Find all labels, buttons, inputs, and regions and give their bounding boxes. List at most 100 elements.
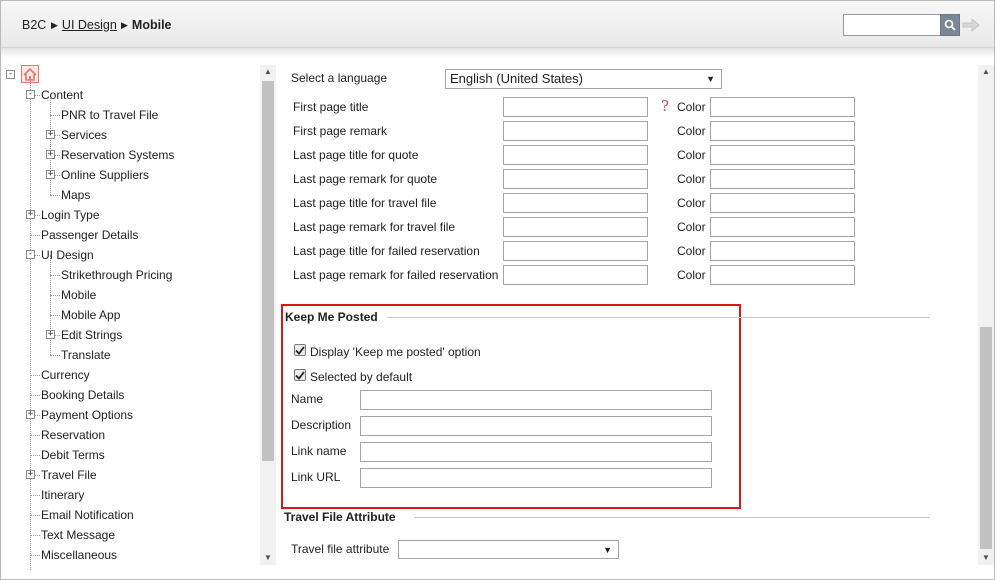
- tree-item-label[interactable]: Maps: [61, 185, 90, 205]
- breadcrumb-parent-label[interactable]: UI Design: [62, 18, 117, 32]
- tree-connector: [30, 455, 40, 456]
- color-input[interactable]: [710, 265, 855, 285]
- tree-item-label[interactable]: Debit Terms: [41, 445, 105, 465]
- breadcrumb-current: ▶ Mobile: [121, 18, 172, 32]
- expand-icon[interactable]: +: [46, 150, 55, 159]
- expand-icon[interactable]: +: [46, 130, 55, 139]
- tree-item[interactable]: + Travel File: [0, 465, 258, 485]
- tree-item-label[interactable]: Miscellaneous: [41, 545, 117, 565]
- tree-item-label[interactable]: Reservation Systems: [61, 145, 174, 165]
- tree-item[interactable]: Debit Terms: [0, 445, 258, 465]
- tree-item-label[interactable]: Currency: [41, 365, 90, 385]
- tree-root-collapse-icon[interactable]: -: [6, 70, 15, 79]
- scroll-down-icon[interactable]: ▼: [978, 551, 994, 565]
- tree-item[interactable]: + Services: [0, 125, 258, 145]
- tree-item[interactable]: + Reservation Systems: [0, 145, 258, 165]
- color-input[interactable]: [710, 145, 855, 165]
- tree-item[interactable]: + Login Type: [0, 205, 258, 225]
- page-field-input[interactable]: [503, 121, 648, 141]
- search-button[interactable]: [940, 14, 960, 36]
- tree-item[interactable]: + Payment Options: [0, 405, 258, 425]
- tree-item[interactable]: + Online Suppliers: [0, 165, 258, 185]
- tree-item-label[interactable]: PNR to Travel File: [61, 105, 158, 125]
- tree-item[interactable]: Strikethrough Pricing: [0, 265, 258, 285]
- tree-item[interactable]: + Edit Strings: [0, 325, 258, 345]
- tree-item[interactable]: Text Message: [0, 525, 258, 545]
- expand-icon[interactable]: +: [46, 170, 55, 179]
- settings-panel: Select a language English (United States…: [277, 60, 977, 570]
- tree-item[interactable]: Translate: [0, 345, 258, 365]
- display-keep-me-posted-checkbox[interactable]: [294, 344, 306, 356]
- keep-me-posted-field-input[interactable]: [360, 442, 712, 462]
- tree-item-label[interactable]: Content: [41, 85, 83, 105]
- tree-item-label[interactable]: Travel File: [41, 465, 97, 485]
- tree-item[interactable]: Email Notification: [0, 505, 258, 525]
- tree-item[interactable]: Currency: [0, 365, 258, 385]
- language-select[interactable]: English (United States) ▼: [445, 69, 722, 89]
- color-input[interactable]: [710, 97, 855, 117]
- color-input[interactable]: [710, 193, 855, 213]
- tree-item-label[interactable]: Reservation: [41, 425, 105, 445]
- collapse-icon[interactable]: -: [26, 90, 35, 99]
- scroll-up-icon[interactable]: ▲: [260, 65, 276, 79]
- tree-item-label[interactable]: Translate: [61, 345, 111, 365]
- color-input[interactable]: [710, 241, 855, 261]
- tree-item[interactable]: Miscellaneous: [0, 545, 258, 565]
- tree-item-label[interactable]: Edit Strings: [61, 325, 122, 345]
- search-input[interactable]: [843, 14, 941, 36]
- color-input[interactable]: [710, 169, 855, 189]
- tree-scrollbar[interactable]: ▲ ▼: [260, 65, 276, 565]
- section-divider: [414, 517, 930, 518]
- tree-item[interactable]: Mobile: [0, 285, 258, 305]
- tree-item-label[interactable]: Passenger Details: [41, 225, 138, 245]
- page-field-input[interactable]: [503, 145, 648, 165]
- tree-item-label[interactable]: Mobile: [61, 285, 96, 305]
- page-field-input[interactable]: [503, 169, 648, 189]
- tree-item[interactable]: Booking Details: [0, 385, 258, 405]
- expand-icon[interactable]: +: [26, 470, 35, 479]
- collapse-icon[interactable]: -: [26, 250, 35, 259]
- tree-item-label[interactable]: Online Suppliers: [61, 165, 149, 185]
- keep-me-posted-field-input[interactable]: [360, 390, 712, 410]
- page-field-input[interactable]: [503, 193, 648, 213]
- keep-me-posted-field-input[interactable]: [360, 416, 712, 436]
- content-scrollbar[interactable]: ▲ ▼: [978, 65, 994, 565]
- page-field-input[interactable]: [503, 217, 648, 237]
- breadcrumb-parent-link[interactable]: ▶ UI Design: [51, 18, 117, 32]
- tree-item-label[interactable]: Strikethrough Pricing: [61, 265, 172, 285]
- color-input[interactable]: [710, 121, 855, 141]
- help-icon[interactable]: ?: [661, 97, 669, 115]
- tree-item-label[interactable]: Login Type: [41, 205, 100, 225]
- tree-scroll-thumb[interactable]: [262, 81, 274, 461]
- tree-item[interactable]: Passenger Details: [0, 225, 258, 245]
- tree-item-label[interactable]: Services: [61, 125, 107, 145]
- expand-icon[interactable]: +: [26, 410, 35, 419]
- tree-item-label[interactable]: Itinerary: [41, 485, 84, 505]
- page-field-input[interactable]: [503, 241, 648, 261]
- go-button[interactable]: [960, 14, 982, 36]
- tree-item-label[interactable]: Payment Options: [41, 405, 133, 425]
- tree-item[interactable]: - Content: [0, 85, 258, 105]
- scroll-down-icon[interactable]: ▼: [260, 551, 276, 565]
- tree-item-label[interactable]: Booking Details: [41, 385, 124, 405]
- tree-item[interactable]: Mobile App: [0, 305, 258, 325]
- expand-icon[interactable]: +: [46, 330, 55, 339]
- tree-item-label[interactable]: Mobile App: [61, 305, 120, 325]
- travel-file-attribute-select[interactable]: ▼: [398, 540, 619, 559]
- tree-item[interactable]: Maps: [0, 185, 258, 205]
- expand-icon[interactable]: +: [26, 210, 35, 219]
- color-input[interactable]: [710, 217, 855, 237]
- tree-item[interactable]: Reservation: [0, 425, 258, 445]
- tree-item[interactable]: PNR to Travel File: [0, 105, 258, 125]
- selected-by-default-checkbox[interactable]: [294, 369, 306, 381]
- content-scroll-thumb[interactable]: [980, 327, 992, 549]
- tree-item-label[interactable]: Email Notification: [41, 505, 134, 525]
- page-field-input[interactable]: [503, 97, 648, 117]
- tree-item[interactable]: - UI Design: [0, 245, 258, 265]
- tree-item-label[interactable]: Text Message: [41, 525, 115, 545]
- page-field-input[interactable]: [503, 265, 648, 285]
- scroll-up-icon[interactable]: ▲: [978, 65, 994, 79]
- tree-item[interactable]: Itinerary: [0, 485, 258, 505]
- tree-item-label[interactable]: UI Design: [41, 245, 94, 265]
- keep-me-posted-field-input[interactable]: [360, 468, 712, 488]
